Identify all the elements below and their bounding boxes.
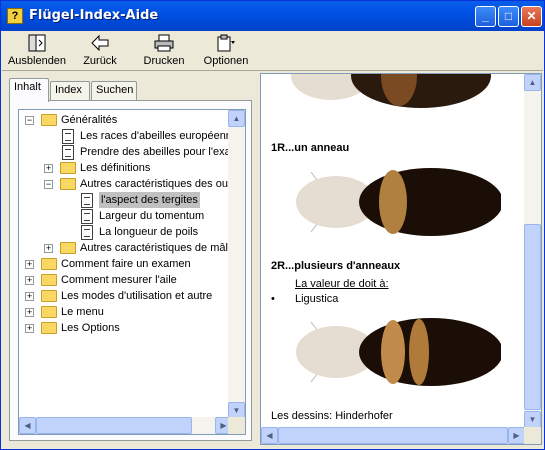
collapse-icon[interactable]: −: [25, 116, 34, 125]
scroll-thumb[interactable]: [524, 224, 541, 410]
scroll-left-icon[interactable]: ◀: [261, 427, 278, 444]
help-window: ? Flügel-Index-Aide _ □ ✕ Ausblenden Zur…: [0, 0, 545, 450]
page-icon: [62, 145, 74, 160]
tab-index[interactable]: Index: [50, 81, 90, 101]
tree-view: − Généralités Les races d'abeilles europée…: [19, 110, 232, 419]
contents-panel: − Généralités Les races d'abeilles europée…: [9, 100, 252, 441]
scroll-down-icon[interactable]: ▼: [524, 411, 541, 428]
tree-item-label: Généralités: [61, 114, 118, 126]
tree-item[interactable]: + Comment mesurer l'aile: [19, 272, 232, 288]
tree-item-label: Autres caractéristiques de mâles: [80, 242, 232, 254]
tree-item[interactable]: + Le menu: [19, 304, 232, 320]
content-horizontal-scrollbar[interactable]: ◀ ▶: [261, 427, 525, 444]
window-title: Flügel-Index-Aide: [29, 8, 159, 23]
tree-item[interactable]: Largeur du tomentum: [19, 208, 232, 224]
open-folder-icon: [60, 178, 76, 190]
tree-item[interactable]: + Les Options: [19, 320, 232, 336]
tree-item-label: Comment faire un examen: [61, 258, 191, 270]
tree-item-label: Prendre des abeilles pour l'examen: [80, 146, 232, 158]
help-icon: ?: [7, 8, 23, 24]
heading-2r: 2R...plusieurs d'anneaux: [271, 260, 401, 272]
folder-icon: [41, 290, 57, 302]
tree-item[interactable]: La longueur de poils: [19, 224, 232, 240]
folder-icon: [41, 306, 57, 318]
scroll-thumb[interactable]: [278, 427, 508, 444]
credit-text: Les dessins: Hinderhofer: [271, 410, 393, 422]
back-arrow-icon: [89, 33, 111, 53]
scroll-left-icon[interactable]: ◀: [19, 417, 36, 434]
tree-vertical-scrollbar[interactable]: ▲ ▼: [228, 110, 245, 419]
heading-1r: 1R...un anneau: [271, 142, 350, 154]
page-icon: [81, 193, 93, 208]
tree-item-label: Comment mesurer l'aile: [61, 274, 177, 286]
page-icon: [62, 129, 74, 144]
content-vertical-scrollbar[interactable]: ▲ ▼: [524, 74, 541, 428]
contents-tree[interactable]: − Généralités Les races d'abeilles europée…: [18, 109, 246, 435]
tree-item[interactable]: + Comment faire un examen: [19, 256, 232, 272]
scroll-up-icon[interactable]: ▲: [228, 110, 245, 127]
scroll-right-icon[interactable]: ▶: [508, 427, 525, 444]
scroll-thumb[interactable]: [36, 417, 192, 434]
expand-icon[interactable]: +: [25, 276, 34, 285]
tree-item[interactable]: − Généralités: [19, 112, 232, 128]
bullet-icon: •: [271, 293, 275, 305]
tree-item-label: l'aspect des tergites: [99, 192, 200, 208]
tree-item[interactable]: l'aspect des tergites: [19, 192, 232, 208]
tree-item-label: Les races d'abeilles européennes: [80, 130, 232, 142]
expand-icon[interactable]: +: [44, 244, 53, 253]
scroll-corner: [524, 427, 541, 444]
print-button[interactable]: Drucken: [140, 33, 188, 69]
tree-item-label: Les Options: [61, 322, 120, 334]
tab-suchen[interactable]: Suchen: [91, 81, 137, 101]
scroll-up-icon[interactable]: ▲: [524, 74, 541, 91]
options-icon: [215, 33, 237, 53]
folder-icon: [60, 162, 76, 174]
page-icon: [81, 209, 93, 224]
title-bar[interactable]: ? Flügel-Index-Aide _ □ ✕: [1, 1, 544, 31]
toolbar: Ausblenden Zurück Drucken Optionen: [2, 31, 543, 71]
tree-item-label: Autres caractéristiques des ouvrières: [80, 178, 232, 190]
expand-icon[interactable]: +: [25, 308, 34, 317]
collapse-icon[interactable]: −: [44, 180, 53, 189]
tree-item-label: Les définitions: [80, 162, 151, 174]
scroll-corner: [228, 417, 245, 434]
bee-abdomen-image-top: [281, 74, 501, 116]
tree-horizontal-scrollbar[interactable]: ◀ ▶: [19, 417, 232, 434]
tree-item-label: Le menu: [61, 306, 104, 318]
navigation-pane: Inhalt Index Suchen − Généralités Les race…: [3, 73, 259, 445]
folder-icon: [41, 274, 57, 286]
folder-icon: [60, 242, 76, 254]
tree-item-label: Les modes d'utilisation et autre: [61, 290, 213, 302]
tree-item[interactable]: − Autres caractéristiques des ouvrières: [19, 176, 232, 192]
tree-item[interactable]: Prendre des abeilles pour l'examen: [19, 144, 232, 160]
open-folder-icon: [41, 114, 57, 126]
maximize-button[interactable]: □: [498, 6, 519, 27]
hide-icon: [26, 33, 48, 53]
bullet-ligustica: Ligustica: [295, 293, 339, 305]
expand-icon[interactable]: +: [25, 324, 34, 333]
tree-item-label: La longueur de poils: [99, 226, 199, 238]
tree-item[interactable]: + Les définitions: [19, 160, 232, 176]
minimize-button[interactable]: _: [475, 6, 496, 27]
folder-icon: [41, 258, 57, 270]
tree-item[interactable]: + Autres caractéristiques de mâles: [19, 240, 232, 256]
value-label: La valeur de doit à:: [295, 278, 389, 290]
printer-icon: [153, 33, 175, 53]
bee-abdomen-image-2r: [281, 312, 503, 392]
tree-item[interactable]: + Les modes d'utilisation et autre: [19, 288, 232, 304]
tab-inhalt[interactable]: Inhalt: [9, 78, 49, 102]
expand-icon[interactable]: +: [25, 292, 34, 301]
hide-button[interactable]: Ausblenden: [6, 33, 68, 69]
expand-icon[interactable]: +: [25, 260, 34, 269]
options-button[interactable]: Optionen: [202, 33, 250, 69]
expand-icon[interactable]: +: [44, 164, 53, 173]
close-button[interactable]: ✕: [521, 6, 542, 27]
tree-item-label: Largeur du tomentum: [99, 210, 205, 222]
back-button[interactable]: Zurück: [78, 33, 122, 69]
bee-abdomen-image-1r: [281, 162, 503, 242]
folder-icon: [41, 322, 57, 334]
content-pane[interactable]: 1R...un anneau 2R...plusieurs d'anneaux …: [260, 73, 542, 445]
page-icon: [81, 225, 93, 240]
tree-item[interactable]: Les races d'abeilles européennes: [19, 128, 232, 144]
